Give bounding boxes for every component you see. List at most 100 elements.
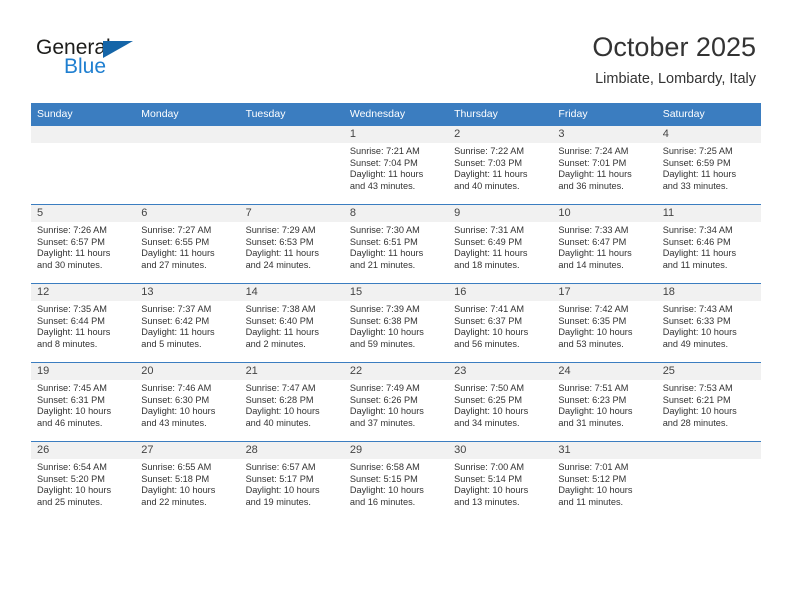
daylight-text-line1: Daylight: 10 hours [662,406,737,417]
daylight-text-line1: Daylight: 10 hours [558,406,633,417]
day-details: Sunrise: 7:42 AM Sunset: 6:35 PM Daylight:… [552,301,656,350]
day-details: Sunrise: 7:43 AM Sunset: 6:33 PM Daylight:… [657,301,761,350]
daylight-text-line2: and 28 minutes. [662,417,729,428]
calendar-day-cell-empty [239,125,344,205]
weekday-header-tuesday: Tuesday [239,103,344,126]
calendar-day-cell[interactable]: 5 Sunrise: 7:26 AM Sunset: 6:57 PM Daylight… [31,204,136,284]
sunrise-text: Sunrise: 7:38 AM [245,304,316,314]
calendar-day-cell[interactable]: 16 Sunrise: 7:41 AM Sunset: 6:37 PM Dayligh… [448,283,553,363]
calendar-day-cell[interactable]: 1 Sunrise: 7:21 AM Sunset: 7:04 PM Daylight… [343,125,449,205]
daylight-text-line1: Daylight: 11 hours [37,248,111,259]
calendar-day-cell[interactable]: 13 Sunrise: 7:37 AM Sunset: 6:42 PM Dayligh… [135,283,240,363]
day-number: 23 [448,363,553,380]
calendar-day-cell-empty [656,441,761,520]
calendar-day-cell[interactable]: 12 Sunrise: 7:35 AM Sunset: 6:44 PM Dayligh… [31,283,136,363]
day-details: Sunrise: 7:49 AM Sunset: 6:26 PM Daylight:… [344,380,448,429]
sunrise-text: Sunrise: 7:46 AM [141,383,212,393]
calendar-day-cell[interactable]: 7 Sunrise: 7:29 AM Sunset: 6:53 PM Daylight… [239,204,344,284]
calendar-day-cell[interactable]: 2 Sunrise: 7:22 AM Sunset: 7:03 PM Daylight… [448,125,553,205]
calendar-day-cell[interactable]: 25 Sunrise: 7:53 AM Sunset: 6:21 PM Dayligh… [656,362,761,442]
sunset-text: Sunset: 5:17 PM [245,473,314,484]
sunset-text: Sunset: 7:04 PM [349,157,418,168]
calendar-day-cell[interactable]: 11 Sunrise: 7:34 AM Sunset: 6:46 PM Dayligh… [656,204,761,284]
day-number: 16 [448,284,553,301]
page-header: General Blue October 2025 Limbiate, Lomb… [0,0,792,92]
sunset-text: Sunset: 6:40 PM [245,315,314,326]
calendar-day-cell[interactable]: 27 Sunrise: 6:55 AM Sunset: 5:18 PM Dayligh… [135,441,240,520]
calendar-day-cell[interactable]: 8 Sunrise: 7:30 AM Sunset: 6:51 PM Daylight… [343,204,449,284]
calendar-day-cell[interactable]: 19 Sunrise: 7:45 AM Sunset: 6:31 PM Dayligh… [31,362,136,442]
day-details: Sunrise: 7:51 AM Sunset: 6:23 PM Daylight:… [552,380,656,429]
daylight-text-line1: Daylight: 10 hours [558,327,633,338]
calendar-day-cell[interactable]: 21 Sunrise: 7:47 AM Sunset: 6:28 PM Dayligh… [239,362,344,442]
day-details: Sunrise: 6:54 AM Sunset: 5:20 PM Daylight:… [31,459,135,508]
calendar-day-cell[interactable]: 4 Sunrise: 7:25 AM Sunset: 6:59 PM Daylight… [656,125,761,205]
calendar-day-cell[interactable]: 10 Sunrise: 7:33 AM Sunset: 6:47 PM Dayligh… [552,204,657,284]
daylight-text-line1: Daylight: 11 hours [141,327,215,338]
sunset-text: Sunset: 6:51 PM [349,236,418,247]
daylight-text-line1: Daylight: 10 hours [454,327,529,338]
day-details: Sunrise: 7:46 AM Sunset: 6:30 PM Daylight:… [135,380,239,429]
calendar-day-cell[interactable]: 31 Sunrise: 7:01 AM Sunset: 5:12 PM Dayligh… [552,441,657,520]
day-number: 26 [31,442,136,459]
general-blue-logo[interactable]: General Blue [36,36,166,88]
daylight-text-line2: and 27 minutes. [141,259,207,270]
calendar-day-cell[interactable]: 15 Sunrise: 7:39 AM Sunset: 6:38 PM Dayligh… [343,283,449,363]
sunset-text: Sunset: 7:01 PM [558,157,627,168]
day-number: 15 [343,284,449,301]
calendar-day-cell[interactable]: 28 Sunrise: 6:57 AM Sunset: 5:17 PM Dayligh… [239,441,344,520]
day-number: 14 [239,284,344,301]
sunrise-text: Sunrise: 7:53 AM [662,383,733,393]
day-number: 31 [552,442,657,459]
sunrise-text: Sunrise: 7:21 AM [349,146,420,156]
day-details: Sunrise: 6:58 AM Sunset: 5:15 PM Daylight:… [344,459,448,508]
daylight-text-line1: Daylight: 11 hours [141,248,215,259]
calendar-day-cell[interactable]: 18 Sunrise: 7:43 AM Sunset: 6:33 PM Dayligh… [656,283,761,363]
sunrise-text: Sunrise: 7:41 AM [454,304,525,314]
calendar-day-cell[interactable]: 14 Sunrise: 7:38 AM Sunset: 6:40 PM Dayligh… [239,283,344,363]
sunset-text: Sunset: 6:37 PM [454,315,523,326]
sunset-text: Sunset: 5:15 PM [349,473,418,484]
daylight-text-line2: and 46 minutes. [37,417,103,428]
calendar-day-cell[interactable]: 3 Sunrise: 7:24 AM Sunset: 7:01 PM Daylight… [552,125,657,205]
calendar-day-cell[interactable]: 29 Sunrise: 6:58 AM Sunset: 5:15 PM Dayligh… [343,441,449,520]
day-details: Sunrise: 7:00 AM Sunset: 5:14 PM Daylight:… [448,459,552,508]
day-details: Sunrise: 7:21 AM Sunset: 7:04 PM Daylight:… [344,143,448,192]
daylight-text-line2: and 31 minutes. [558,417,624,428]
daylight-text-line2: and 22 minutes. [141,496,207,507]
calendar-day-cell[interactable]: 22 Sunrise: 7:49 AM Sunset: 6:26 PM Dayligh… [343,362,449,442]
sunrise-text: Sunrise: 7:29 AM [245,225,316,235]
daylight-text-line2: and 43 minutes. [141,417,207,428]
calendar-day-cell-empty [135,125,240,205]
calendar-day-cell[interactable]: 24 Sunrise: 7:51 AM Sunset: 6:23 PM Dayligh… [552,362,657,442]
daylight-text-line1: Daylight: 11 hours [37,327,111,338]
daylight-text-line1: Daylight: 10 hours [454,485,529,496]
calendar-day-cell[interactable]: 9 Sunrise: 7:31 AM Sunset: 6:49 PM Daylight… [448,204,553,284]
sunrise-text: Sunrise: 7:37 AM [141,304,212,314]
calendar-day-cell[interactable]: 23 Sunrise: 7:50 AM Sunset: 6:25 PM Dayligh… [448,362,553,442]
sunrise-text: Sunrise: 6:54 AM [37,462,107,472]
sunrise-text: Sunrise: 7:27 AM [141,225,212,235]
day-number: 17 [552,284,657,301]
logo-text-blue: Blue [64,55,107,78]
calendar-day-cell[interactable]: 30 Sunrise: 7:00 AM Sunset: 5:14 PM Dayligh… [448,441,553,520]
sunset-text: Sunset: 6:30 PM [141,394,210,405]
calendar-week-row: 26 Sunrise: 6:54 AM Sunset: 5:20 PM Dayligh… [31,441,761,520]
calendar-day-cell[interactable]: 20 Sunrise: 7:46 AM Sunset: 6:30 PM Dayligh… [135,362,240,442]
day-details: Sunrise: 7:22 AM Sunset: 7:03 PM Daylight:… [448,143,552,192]
day-number: 18 [656,284,761,301]
day-number: 9 [448,205,553,222]
calendar-day-cell[interactable]: 6 Sunrise: 7:27 AM Sunset: 6:55 PM Daylight… [135,204,240,284]
day-number: 12 [31,284,136,301]
day-number: 8 [343,205,449,222]
sunrise-text: Sunrise: 7:43 AM [662,304,733,314]
day-number [239,126,344,143]
daylight-text-line1: Daylight: 10 hours [141,485,216,496]
calendar-day-cell[interactable]: 26 Sunrise: 6:54 AM Sunset: 5:20 PM Dayligh… [31,441,136,520]
day-details: Sunrise: 7:41 AM Sunset: 6:37 PM Daylight:… [448,301,552,350]
calendar-day-cell[interactable]: 17 Sunrise: 7:42 AM Sunset: 6:35 PM Dayligh… [552,283,657,363]
title-block: October 2025 Limbiate, Lombardy, Italy [592,30,756,90]
daylight-text-line2: and 19 minutes. [245,496,311,507]
sunset-text: Sunset: 6:59 PM [662,157,731,168]
sunset-text: Sunset: 6:21 PM [662,394,731,405]
